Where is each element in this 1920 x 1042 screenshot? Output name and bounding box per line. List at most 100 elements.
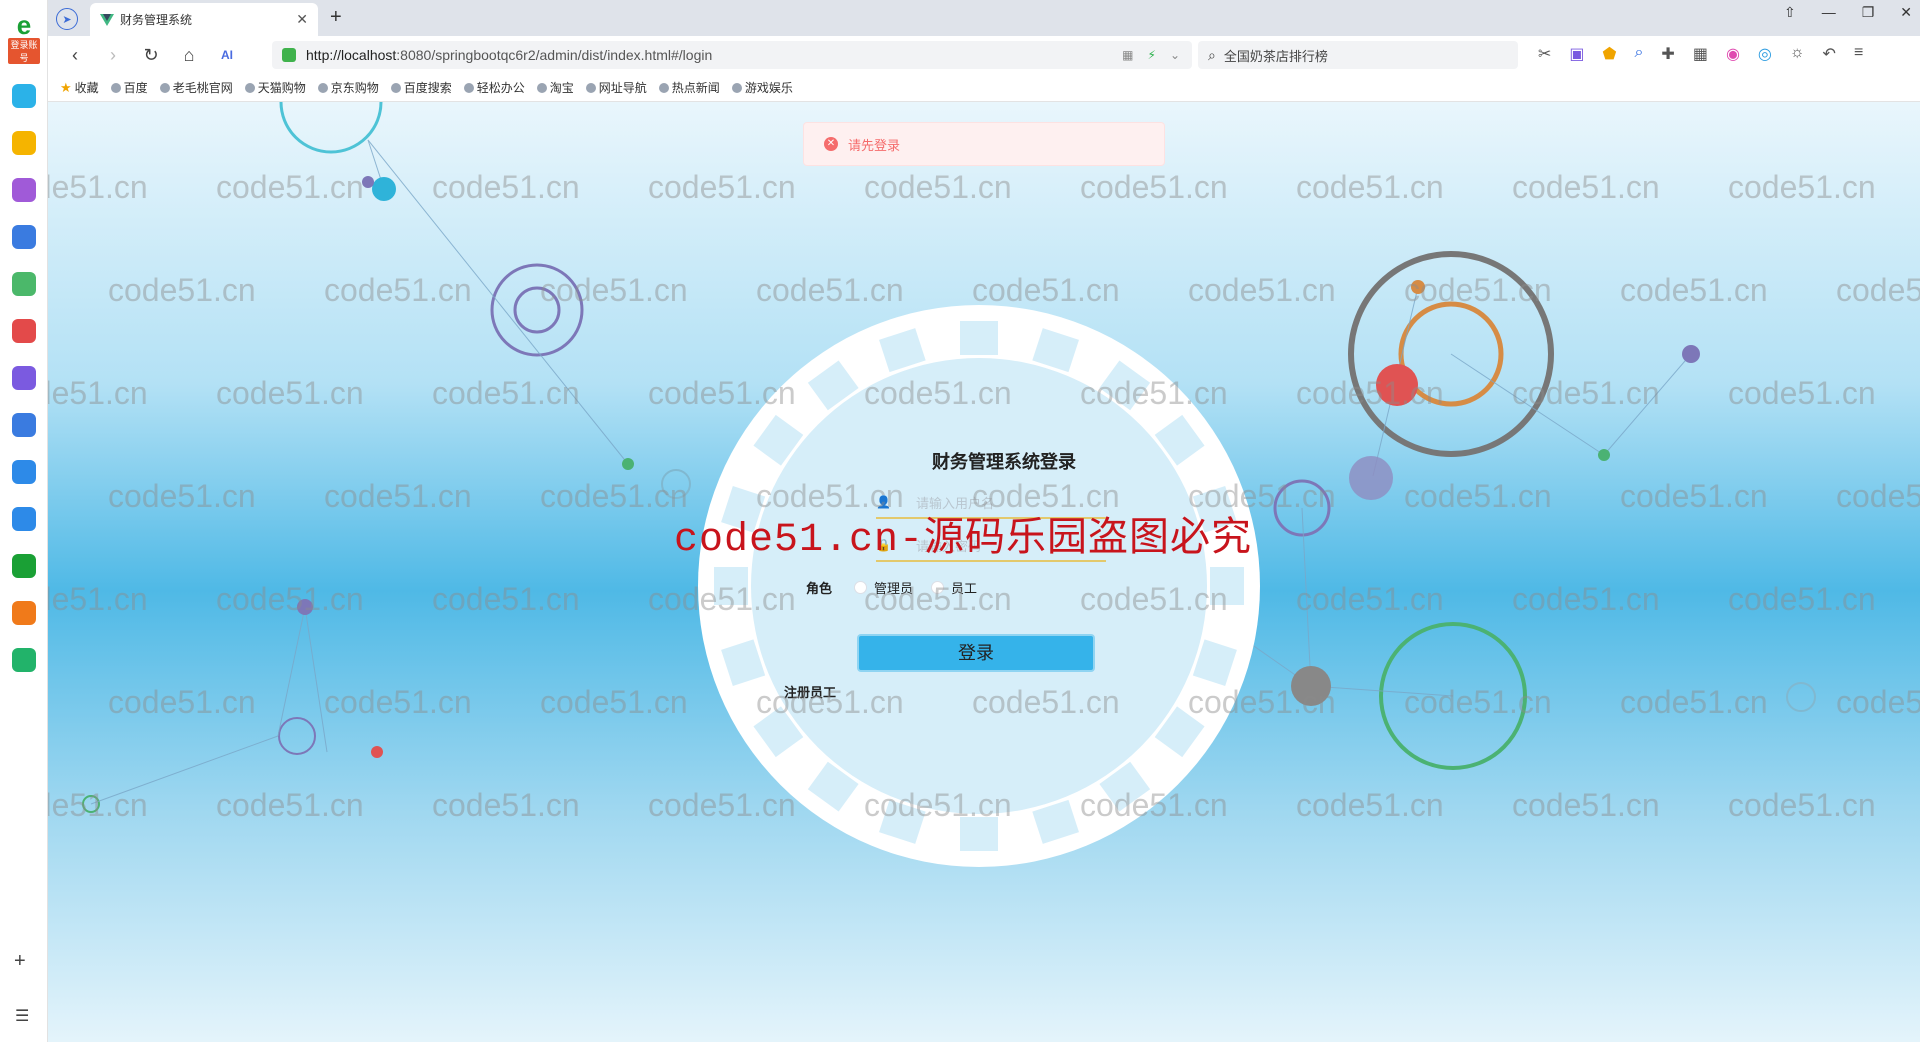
watermark-text: code51.cn: [1836, 684, 1920, 720]
puzzle-icon[interactable]: ✚: [1661, 44, 1674, 64]
watermark-text: code51.cn: [1080, 169, 1228, 205]
sidebar-app-icon[interactable]: [12, 272, 36, 296]
bookmark-item[interactable]: 淘宝: [536, 79, 574, 96]
translate-icon[interactable]: ▣: [1569, 44, 1584, 64]
pin-icon[interactable]: ⇧: [1784, 4, 1796, 21]
speed-icon[interactable]: ⚡: [1148, 48, 1156, 62]
restore-icon[interactable]: ❐: [1862, 4, 1875, 21]
watermark-banner: code51.cn-源码乐园盗图必究: [674, 518, 1253, 563]
sidebar-app-icon[interactable]: [12, 366, 36, 390]
tab-active[interactable]: 财务管理系统 ✕: [90, 3, 318, 36]
sync-icon[interactable]: ◎: [1758, 44, 1772, 64]
watermark-text: code51.cn: [324, 478, 472, 514]
search-box[interactable]: ⌕ 全国奶茶店排行榜: [1198, 41, 1518, 69]
sidebar-app-icon[interactable]: [12, 225, 36, 249]
home-icon[interactable]: ⌂: [170, 45, 208, 66]
menu-icon[interactable]: ≡: [1854, 44, 1863, 64]
bookmark-item[interactable]: 京东购物: [317, 79, 379, 96]
bookmark-item[interactable]: 热点新闻: [658, 79, 720, 96]
sidebar-app-icon[interactable]: [12, 413, 36, 437]
watermark-text: code51.cn: [1728, 169, 1876, 205]
sidebar-app-icon[interactable]: [12, 554, 36, 578]
qr-icon[interactable]: ▦: [1122, 48, 1133, 62]
watermark-text: code51.cn: [1080, 787, 1228, 823]
close-window-icon[interactable]: ✕: [1900, 4, 1912, 21]
search-icon: ⌕: [1208, 46, 1216, 63]
shield-icon[interactable]: ⬟: [1603, 44, 1617, 64]
bookmark-item[interactable]: 老毛桃官网: [159, 79, 233, 96]
sidebar-app-icon[interactable]: [12, 84, 36, 108]
watermark-text: code51.cn: [1620, 478, 1768, 514]
bookmark-item[interactable]: 网址导航: [585, 79, 647, 96]
new-tab-button[interactable]: +: [330, 6, 342, 29]
bookmark-label: 热点新闻: [671, 81, 720, 95]
brightness-icon[interactable]: ☼: [1790, 44, 1805, 64]
watermark-text: code51.cn: [1080, 375, 1228, 411]
error-toast: ✕ 请先登录: [803, 122, 1165, 166]
watermark-text: code51.cn: [1188, 272, 1336, 308]
url-host: http://localhost: [306, 47, 397, 63]
watermark-text: code51.cn: [972, 272, 1120, 308]
watermark-text: code51.cn: [864, 169, 1012, 205]
navigation-icon[interactable]: ➤: [56, 8, 78, 30]
chevron-down-icon[interactable]: ⌄: [1170, 48, 1180, 62]
secure-icon: [282, 48, 296, 62]
bookmark-item[interactable]: ★ 收藏: [60, 79, 99, 96]
watermark-text: code51.cn: [540, 102, 688, 103]
forward-icon[interactable]: ›: [94, 45, 132, 66]
watermark-text: code51.cn: [48, 787, 148, 823]
bookmark-label: 收藏: [74, 81, 99, 95]
role-label: 角色: [806, 581, 833, 596]
watermark-text: code51.cn: [48, 375, 148, 411]
sidebar-app-icon[interactable]: [12, 178, 36, 202]
watermark-text: code51.cn: [972, 102, 1120, 103]
watermark-text: code51.cn: [216, 787, 364, 823]
watermark-text: code51.cn: [1728, 787, 1876, 823]
bookmark-favicon-icon: [390, 82, 401, 93]
sidebar-app-icon[interactable]: [12, 507, 36, 531]
bookmark-label: 百度: [123, 81, 148, 95]
sidebar-app-icon[interactable]: [12, 319, 36, 343]
toast-message: 请先登录: [848, 137, 901, 153]
browser-logo[interactable]: e 登录账号: [8, 10, 40, 64]
bookmark-item[interactable]: 轻松办公: [463, 79, 525, 96]
sidebar-app-icon[interactable]: [12, 601, 36, 625]
watermark-text: code51.cn: [1296, 581, 1444, 617]
grid-icon[interactable]: ▦: [1693, 44, 1708, 64]
sidebar-app-icon[interactable]: [12, 648, 36, 672]
bookmark-label: 轻松办公: [476, 81, 525, 95]
bookmark-item[interactable]: 游戏娱乐: [731, 79, 793, 96]
watermark-text: code51.cn: [1296, 169, 1444, 205]
bookmark-item[interactable]: 百度搜索: [390, 79, 452, 96]
minimize-icon[interactable]: —: [1822, 4, 1836, 21]
reload-icon[interactable]: ↻: [132, 45, 170, 66]
bookmark-item[interactable]: 天猫购物: [244, 79, 306, 96]
login-account-badge[interactable]: 登录账号: [8, 38, 40, 64]
bookmark-label: 天猫购物: [257, 81, 306, 95]
add-icon[interactable]: +: [14, 950, 26, 973]
tab-close-icon[interactable]: ✕: [296, 11, 308, 28]
watermark-text: code51.cn: [756, 684, 904, 720]
scissors-icon[interactable]: ✂: [1538, 44, 1551, 64]
sidebar-app-icon[interactable]: [12, 460, 36, 484]
bookmark-label: 老毛桃官网: [172, 81, 233, 95]
watermark-text: code51.cn: [1188, 684, 1336, 720]
undo-icon[interactable]: ↶: [1823, 44, 1836, 64]
sidebar-app-icon[interactable]: [12, 131, 36, 155]
zoom-icon[interactable]: ⌕: [1634, 44, 1643, 64]
bookmark-favicon-icon: [731, 82, 742, 93]
menu-list-icon[interactable]: ☰: [15, 1006, 29, 1026]
watermark-text: code51.cn: [108, 684, 256, 720]
login-button[interactable]: 登录: [857, 634, 1095, 672]
watermark-text: code51.cn: [1620, 102, 1768, 103]
ai-icon[interactable]: AI: [208, 48, 246, 62]
bookmarks-bar: ★ 收藏 百度 老毛桃官网 天猫购物 京东购物 百度搜索 轻松办公 淘宝 网址导航 热点新闻 游戏娱乐: [48, 74, 1920, 102]
browser-logo-icon: e: [16, 10, 32, 40]
watermark-text: code51.cn: [216, 169, 364, 205]
back-icon[interactable]: ‹: [56, 45, 94, 66]
watermark-text: code51.cn: [48, 169, 148, 205]
address-bar[interactable]: http://localhost:8080/springbootqc6r2/ad…: [272, 41, 1192, 69]
chrome-icon[interactable]: ◉: [1726, 44, 1740, 64]
bookmark-item[interactable]: 百度: [110, 79, 148, 96]
watermark-text: code51.cn: [432, 375, 580, 411]
